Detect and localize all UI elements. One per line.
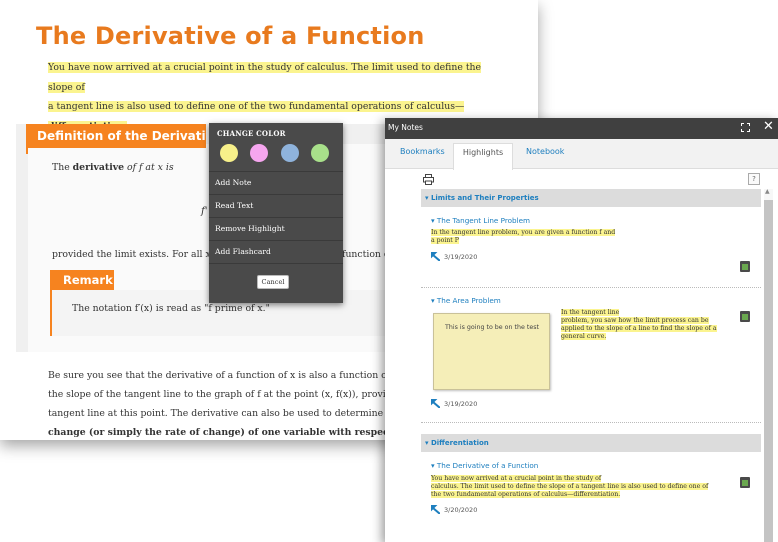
section-header-differentiation[interactable]: ▾ Differentiation	[421, 434, 761, 452]
body-paragraph: Be sure you see that the derivative of a…	[48, 370, 386, 438]
delete-icon[interactable]	[740, 477, 750, 488]
highlighted-text[interactable]: You have now arrived at a crucial point …	[48, 62, 482, 93]
section-header-limits[interactable]: ▾ Limits and Their Properties	[421, 189, 761, 207]
expand-icon[interactable]	[741, 123, 750, 132]
note-link-derivative[interactable]: ▾ The Derivative of a Function	[431, 461, 538, 470]
color-swatch-blue[interactable]	[281, 144, 299, 162]
notes-title: My Notes	[388, 123, 423, 132]
go-to-location-icon[interactable]	[431, 505, 440, 514]
note-highlight-quote[interactable]: You have now arrived at a crucial point …	[431, 475, 709, 499]
color-swatch-pink[interactable]	[250, 144, 268, 162]
note-highlight-quote[interactable]: In the tangent line problem, you are giv…	[431, 229, 616, 245]
note-divider	[421, 287, 761, 288]
color-swatch-yellow[interactable]	[220, 144, 238, 162]
add-note-menu-item[interactable]: Add Note	[209, 171, 343, 194]
highlighted-text[interactable]: a tangent line is also used to define on…	[48, 101, 465, 112]
read-text-menu-item[interactable]: Read Text	[209, 194, 343, 217]
delete-icon[interactable]	[740, 311, 750, 322]
note-link-area-problem[interactable]: ▾ The Area Problem	[431, 296, 501, 305]
note-date: 3/20/2020	[444, 506, 478, 514]
cancel-button[interactable]: Cancel	[257, 275, 289, 289]
highlight-context-menu: CHANGE COLOR Add Note Read Text Remove H…	[209, 123, 343, 303]
formula: f'	[201, 206, 208, 217]
note-date: 3/19/2020	[444, 400, 478, 408]
scroll-up-icon[interactable]: ▲	[765, 188, 770, 195]
remark-text: The notation f′(x) is read as "f prime o…	[72, 303, 270, 314]
notes-title-bar[interactable]	[385, 118, 778, 139]
my-notes-panel: My Notes ✕ Bookmarks Highlights Notebook…	[385, 118, 778, 542]
add-flashcard-menu-item[interactable]: Add Flashcard	[209, 240, 343, 263]
sticky-note[interactable]: This is going to be on the test	[433, 313, 550, 390]
note-link-tangent-line[interactable]: ▾ The Tangent Line Problem	[431, 216, 530, 225]
section-title: The Derivative of a Function	[36, 22, 425, 50]
tab-notebook[interactable]: Notebook	[526, 147, 564, 156]
note-divider	[421, 422, 761, 423]
definition-heading: Definition of the Derivative	[28, 124, 206, 148]
go-to-location-icon[interactable]	[431, 399, 440, 408]
note-date: 3/19/2020	[444, 253, 478, 261]
definition-condition-tail: function o	[342, 249, 390, 260]
notes-tabs: Bookmarks Highlights Notebook	[385, 139, 778, 170]
close-icon[interactable]: ✕	[763, 120, 774, 134]
tab-highlights[interactable]: Highlights	[453, 143, 513, 170]
note-highlight-quote[interactable]: In the tangent line problem, you saw how…	[561, 309, 717, 341]
print-icon[interactable]	[423, 174, 434, 185]
help-icon[interactable]: ?	[748, 173, 760, 185]
remark-heading: Remark	[52, 270, 114, 290]
definition-text: The derivative of f at x is	[52, 162, 174, 173]
delete-icon[interactable]	[740, 261, 750, 272]
scrollbar-thumb[interactable]	[764, 200, 773, 542]
change-color-label: CHANGE COLOR	[217, 129, 286, 138]
tab-bookmarks[interactable]: Bookmarks	[400, 147, 445, 156]
remove-highlight-menu-item[interactable]: Remove Highlight	[209, 217, 343, 240]
notes-toolbar: ?	[385, 169, 778, 189]
color-swatch-green[interactable]	[311, 144, 329, 162]
go-to-location-icon[interactable]	[431, 252, 440, 261]
